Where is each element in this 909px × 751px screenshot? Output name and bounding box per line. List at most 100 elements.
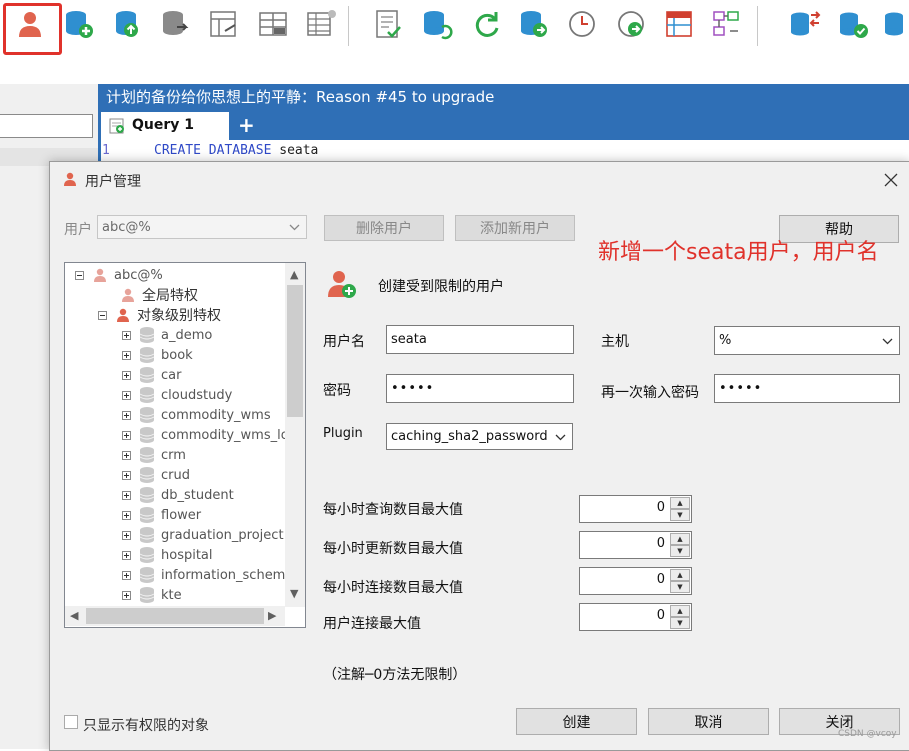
database-icon <box>139 487 155 503</box>
schema-sync-icon[interactable] <box>206 6 242 42</box>
table-compare-icon[interactable] <box>255 6 291 42</box>
collapse-icon[interactable] <box>75 270 84 280</box>
expand-icon[interactable] <box>122 470 131 480</box>
diagram-icon[interactable] <box>709 6 745 42</box>
expand-icon[interactable] <box>122 330 131 340</box>
tree-item-root[interactable]: abc@% <box>75 265 163 285</box>
tree-item-label: hospital <box>161 547 213 563</box>
max-updates-stepper[interactable]: 0 ▲ ▼ <box>579 531 692 559</box>
scheduler-clock-icon[interactable] <box>564 6 600 42</box>
create-button[interactable]: 创建 <box>516 708 637 735</box>
decrement-icon[interactable]: ▼ <box>670 581 690 593</box>
tree-item-label: car <box>161 367 182 383</box>
host-select[interactable]: % <box>714 326 900 355</box>
tree-scroll-thumb[interactable] <box>86 608 264 624</box>
database-icon <box>139 347 155 363</box>
tree-scroll-thumb[interactable] <box>287 285 303 417</box>
plugin-select[interactable]: caching_sha2_password <box>386 423 573 450</box>
tree-item-database[interactable]: hospital <box>122 545 213 565</box>
tree-item-database[interactable]: db_student <box>122 485 234 505</box>
database-icon <box>139 467 155 483</box>
decrement-icon[interactable]: ▼ <box>670 617 690 629</box>
table-tools-icon[interactable] <box>303 6 339 42</box>
tree-item-database[interactable]: crud <box>122 465 190 485</box>
decrement-icon[interactable]: ▼ <box>670 509 690 521</box>
collapse-icon[interactable] <box>98 310 107 320</box>
user-select[interactable]: abc@% <box>97 215 307 239</box>
watermark: CSDN @vcoy <box>838 729 897 739</box>
max-queries-stepper[interactable]: 0 ▲ ▼ <box>579 495 692 523</box>
cancel-button[interactable]: 取消 <box>648 708 769 735</box>
expand-icon[interactable] <box>122 490 131 500</box>
tree-item-database[interactable]: a_demo <box>122 325 212 345</box>
chevron-down-icon <box>289 224 300 231</box>
tree-item-object-level[interactable]: 对象级别特权 <box>98 305 221 325</box>
database-icon <box>139 427 155 443</box>
tree-item-database[interactable]: information_schema <box>122 565 293 585</box>
only-privileged-checkbox[interactable] <box>64 715 78 729</box>
expand-icon[interactable] <box>122 450 131 460</box>
max-connections-stepper[interactable]: 0 ▲ ▼ <box>579 567 692 595</box>
expand-icon[interactable] <box>122 350 131 360</box>
scroll-up-icon[interactable]: ▲ <box>290 268 298 281</box>
add-user-button[interactable]: 添加新用户 <box>455 215 575 241</box>
query-forward-icon[interactable] <box>613 6 649 42</box>
expand-icon[interactable] <box>122 590 131 600</box>
database-forward-icon[interactable] <box>516 6 552 42</box>
expand-icon[interactable] <box>122 370 131 380</box>
tree-item-database[interactable]: kte <box>122 585 182 605</box>
expand-icon[interactable] <box>122 510 131 520</box>
password-field[interactable]: ••••• <box>386 374 574 403</box>
host-label: 主机 <box>601 334 629 350</box>
tree-item-label: db_student <box>161 487 234 503</box>
tree-item-database[interactable]: graduation_project <box>122 525 284 545</box>
confirm-password-field[interactable]: ••••• <box>714 374 900 403</box>
expand-icon[interactable] <box>122 390 131 400</box>
increment-icon[interactable]: ▲ <box>670 569 690 581</box>
tree-item-database[interactable]: cloudstudy <box>122 385 232 405</box>
increment-icon[interactable]: ▲ <box>670 497 690 509</box>
refresh-icon[interactable] <box>468 6 504 42</box>
annotation-text: 新增一个seata用户，用户名 <box>598 240 879 265</box>
database-sync-icon[interactable] <box>419 6 455 42</box>
close-icon[interactable] <box>878 167 904 193</box>
tree-item-database[interactable]: book <box>122 345 193 365</box>
increment-icon[interactable]: ▲ <box>670 533 690 545</box>
delete-user-button[interactable]: 删除用户 <box>324 215 444 241</box>
expand-icon[interactable] <box>122 550 131 560</box>
scroll-left-icon[interactable]: ◀ <box>70 609 78 622</box>
toolbar-separator <box>757 6 758 46</box>
decrement-icon[interactable]: ▼ <box>670 545 690 557</box>
tree-item-global[interactable]: 全局特权 <box>120 285 198 305</box>
user-icon <box>122 288 134 302</box>
max-user-connections-stepper[interactable]: 0 ▲ ▼ <box>579 603 692 631</box>
tree-item-database[interactable]: commodity_wms_lo <box>122 425 289 445</box>
scroll-right-icon[interactable]: ▶ <box>268 609 276 622</box>
database-add-icon[interactable] <box>61 6 97 42</box>
username-field[interactable]: seata <box>386 325 574 354</box>
expand-icon[interactable] <box>122 430 131 440</box>
document-check-icon[interactable] <box>370 6 406 42</box>
database-link-icon[interactable] <box>880 6 909 42</box>
object-filter-input[interactable] <box>0 114 93 138</box>
database-upload-icon[interactable] <box>110 6 146 42</box>
increment-icon[interactable]: ▲ <box>670 605 690 617</box>
tree-item-database[interactable]: crm <box>122 445 186 465</box>
expand-icon[interactable] <box>122 570 131 580</box>
database-check-icon[interactable] <box>835 6 871 42</box>
expand-icon[interactable] <box>122 410 131 420</box>
tree-item-database[interactable]: car <box>122 365 181 385</box>
database-copy-icon[interactable] <box>786 6 822 42</box>
add-user-icon <box>328 271 356 298</box>
tree-item-database[interactable]: commodity_wms <box>122 405 271 425</box>
scroll-down-icon[interactable]: ▼ <box>290 587 298 600</box>
max-connections-value: 0 <box>656 572 665 587</box>
add-tab-button[interactable]: + <box>238 113 255 137</box>
tree-item-database[interactable]: flower <box>122 505 201 525</box>
tree-item-label: flower <box>161 507 202 523</box>
database-export-icon[interactable] <box>157 6 193 42</box>
tree-item-label: a_demo <box>161 327 213 343</box>
expand-icon[interactable] <box>122 530 131 540</box>
user-manager-icon[interactable] <box>12 6 48 42</box>
table-layout-icon[interactable] <box>661 6 697 42</box>
